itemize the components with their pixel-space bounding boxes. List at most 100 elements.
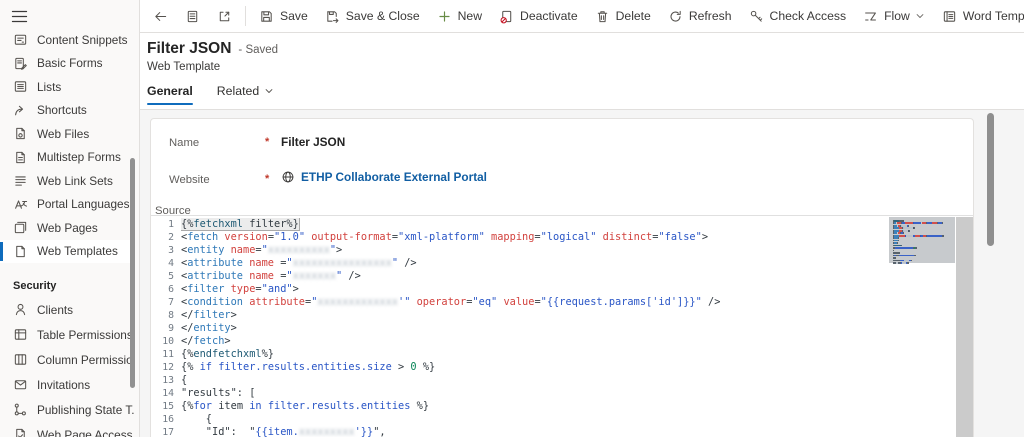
code-lines[interactable]: 1 {%fetchxml filter%} 2 <fetch version="1.0… — [151, 218, 889, 437]
line-text: {% if filter.results.entities.size > 0 %… — [181, 361, 436, 373]
line-number: 6 — [168, 284, 174, 295]
sidebar-item-column-permissio[interactable]: Column Permissio... — [0, 347, 135, 372]
sidebar-item-web-pages[interactable]: Web Pages — [0, 216, 135, 240]
line-number: 17 — [162, 427, 174, 437]
tab-general[interactable]: General — [147, 84, 193, 105]
command-label: Deactivate — [520, 9, 578, 23]
delete-button[interactable]: Delete — [587, 3, 659, 29]
code-line-13[interactable]: 13 { — [151, 374, 889, 387]
code-line-5[interactable]: 5 <attribute name ="xxxxxxx" /> — [151, 270, 889, 283]
new-button[interactable]: New — [429, 3, 490, 29]
page-title: Filter JSON — [147, 40, 232, 57]
tab-related[interactable]: Related — [217, 84, 274, 105]
popout-button[interactable] — [209, 3, 240, 29]
form-content-area: Name * Filter JSON Website * ETHP Collab… — [140, 110, 1024, 437]
command-label: Word Templates — [962, 9, 1024, 23]
entity-type-label: Web Template — [147, 61, 221, 73]
sidebar-item-label: Shortcuts — [37, 103, 87, 118]
line-text: <fetch version="1.0" output-format="xml-… — [181, 231, 709, 243]
sidebar-item-web-files[interactable]: Web Files — [0, 122, 135, 146]
sidebar-scrollbar-thumb[interactable] — [130, 158, 135, 388]
line-text: "results": [ — [181, 387, 256, 399]
command-bar-divider — [245, 6, 246, 26]
line-text: <attribute name ="xxxxxxxxxxxxxxxx" /> — [181, 257, 417, 269]
code-line-6[interactable]: 6 <filter type="and"> — [151, 283, 889, 296]
code-line-14[interactable]: 14 "results": [ — [151, 387, 889, 400]
form-tabs: General Related — [147, 84, 1024, 105]
line-text: </fetch> — [181, 335, 231, 347]
code-line-9[interactable]: 9 </entity> — [151, 322, 889, 335]
sidebar-item-label: Web Page Access ... — [37, 427, 135, 437]
page-scrollbar-thumb[interactable] — [987, 113, 994, 246]
code-line-17[interactable]: 17 "Id": "{{item.xxxxxxxxx'}}", — [151, 426, 889, 437]
globe-icon — [281, 170, 295, 184]
command-label: Delete — [615, 9, 651, 23]
save-button[interactable]: Save — [251, 3, 316, 29]
word-templates-button[interactable]: Word Templates — [934, 3, 1024, 29]
line-text: <entity name="xxxxxxxxxx"> — [181, 244, 343, 256]
refresh-button[interactable]: Refresh — [660, 3, 740, 29]
form-summary-button[interactable] — [177, 3, 208, 29]
code-line-1[interactable]: 1 {%fetchxml filter%} — [151, 218, 889, 231]
sidebar-item-lists[interactable]: Lists — [0, 75, 135, 99]
sidebar-item-table-permissions[interactable]: Table Permissions — [0, 322, 135, 347]
editor-minimap[interactable] — [889, 217, 955, 437]
code-line-8[interactable]: 8 </filter> — [151, 309, 889, 322]
sidebar-item-web-link-sets[interactable]: Web Link Sets — [0, 169, 135, 193]
sidebar-security-list: Clients Table Permissions Column Permiss… — [0, 297, 135, 437]
line-number: 14 — [162, 388, 174, 399]
code-line-7[interactable]: 7 <condition attribute="xxxxxxxxxxxxx'" o… — [151, 296, 889, 309]
sidebar-item-portal-languages[interactable]: Portal Languages — [0, 193, 135, 217]
command-label: Flow — [884, 9, 910, 23]
sidebar-item-label: Web Files — [37, 126, 90, 141]
deactivate-button[interactable]: Deactivate — [491, 3, 586, 29]
code-line-10[interactable]: 10 </fetch> — [151, 335, 889, 348]
sidebar-item-clients[interactable]: Clients — [0, 297, 135, 322]
line-text: <attribute name ="xxxxxxx" /> — [181, 270, 361, 282]
sidebar-item-shortcuts[interactable]: Shortcuts — [0, 99, 135, 123]
sidebar-item-web-templates[interactable]: Web Templates — [0, 239, 135, 263]
sidebar-item-label: Web Pages — [37, 220, 98, 235]
line-number: 11 — [162, 349, 174, 360]
back-button[interactable] — [145, 3, 176, 29]
sidebar-item-publishing-state-t[interactable]: Publishing State T... — [0, 397, 135, 422]
line-number: 7 — [168, 297, 174, 308]
code-line-4[interactable]: 4 <attribute name ="xxxxxxxxxxxxxxxx" /> — [151, 257, 889, 270]
sidebar-item-web-page-access[interactable]: Web Page Access ... — [0, 422, 135, 437]
sidebar-item-multistep-forms[interactable]: Multistep Forms — [0, 146, 135, 170]
sidebar-security-group: Security Clients Table Permissions Colum… — [0, 263, 135, 437]
sidebar-item-content-snippets[interactable]: Content Snippets — [0, 28, 135, 52]
code-line-15[interactable]: 15 {%for item in filter.results.entities … — [151, 400, 889, 413]
line-text: </filter> — [181, 309, 237, 321]
sidebar-item-label: Content Snippets — [37, 32, 128, 47]
check-access-button[interactable]: Check Access — [741, 3, 855, 29]
line-number: 13 — [162, 375, 174, 386]
name-field-label: Name — [169, 137, 200, 149]
line-number: 15 — [162, 401, 174, 412]
save-and-close-button[interactable]: Save & Close — [317, 3, 428, 29]
required-marker: * — [265, 136, 270, 148]
code-line-12[interactable]: 12 {% if filter.results.entities.size > 0… — [151, 361, 889, 374]
command-label: Check Access — [769, 9, 847, 23]
sidebar-item-invitations[interactable]: Invitations — [0, 372, 135, 397]
code-line-3[interactable]: 3 <entity name="xxxxxxxxxx"> — [151, 244, 889, 257]
sidebar-nav: Content Snippets Basic Forms Lists Short… — [0, 28, 135, 263]
website-lookup-link[interactable]: ETHP Collaborate External Portal — [281, 170, 487, 184]
editor-scrollbar-track[interactable] — [956, 217, 973, 437]
code-line-11[interactable]: 11 {%endfetchxml%} — [151, 348, 889, 361]
line-text: <filter type="and"> — [181, 283, 299, 295]
line-text: { — [181, 413, 212, 425]
sitemap-sidebar: Content Snippets Basic Forms Lists Short… — [0, 0, 140, 437]
code-line-16[interactable]: 16 { — [151, 413, 889, 426]
flow-button[interactable]: Flow — [855, 3, 933, 29]
sidebar-item-basic-forms[interactable]: Basic Forms — [0, 52, 135, 76]
name-field-value[interactable]: Filter JSON — [281, 135, 345, 149]
sidebar-item-label: Multistep Forms — [37, 150, 121, 165]
source-code-editor[interactable]: 1 {%fetchxml filter%} 2 <fetch version="1.0… — [151, 215, 973, 437]
line-number: 10 — [162, 336, 174, 347]
save-status: - Saved — [238, 44, 279, 56]
code-line-2[interactable]: 2 <fetch version="1.0" output-format="xml… — [151, 231, 889, 244]
line-number: 16 — [162, 414, 174, 425]
sidebar-item-label: Basic Forms — [37, 56, 103, 71]
hamburger-menu-icon[interactable] — [11, 8, 29, 24]
